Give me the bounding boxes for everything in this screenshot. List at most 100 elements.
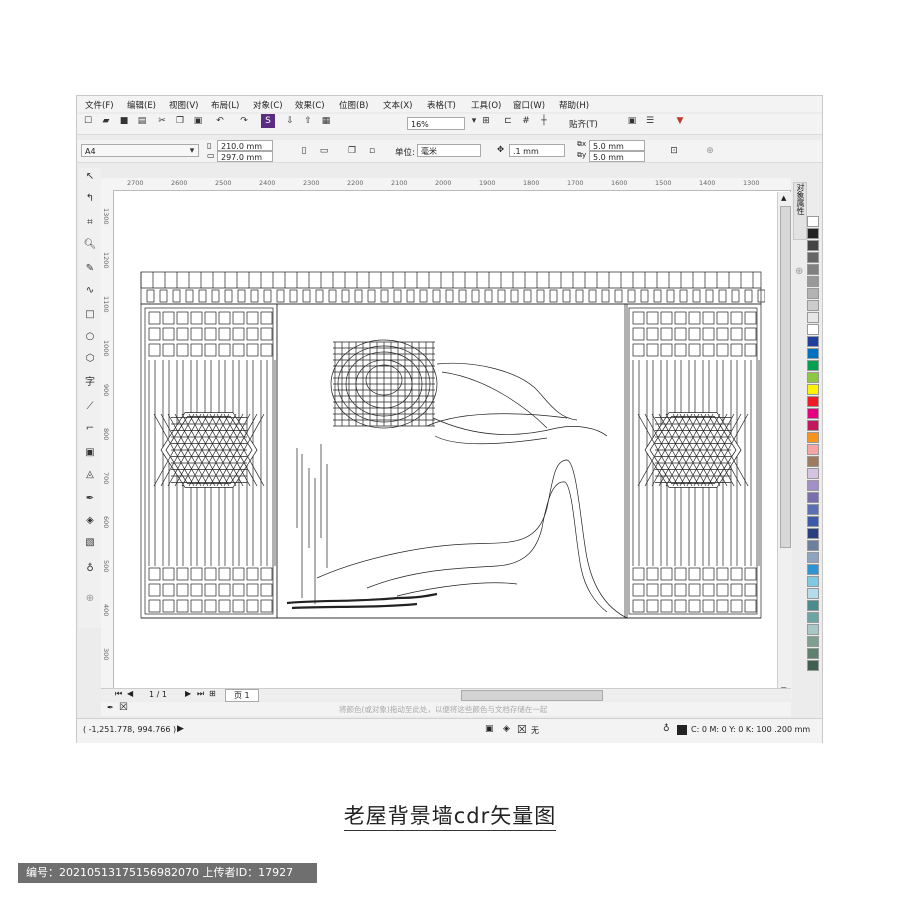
color-swatch[interactable] — [807, 444, 819, 455]
drop-shadow-tool-icon[interactable]: ▣ — [83, 446, 97, 460]
color-swatch[interactable] — [807, 300, 819, 311]
previous-page-icon[interactable]: ◀ — [127, 689, 133, 698]
page-size-select[interactable]: A4 — [81, 144, 199, 157]
color-swatch[interactable] — [807, 648, 819, 659]
menu-item[interactable]: 编辑(E) — [127, 99, 156, 111]
color-swatch[interactable] — [807, 540, 819, 551]
no-color-swatch-icon[interactable]: ☒ — [119, 702, 128, 713]
copy-icon[interactable]: ❐ — [173, 114, 187, 128]
color-swatch[interactable] — [807, 480, 819, 491]
transparency-tool-icon[interactable]: ◬ — [83, 468, 97, 482]
scroll-up-icon[interactable]: ▲ — [781, 194, 786, 202]
outline-pen-icon[interactable]: ♁ — [83, 562, 97, 576]
vertical-scroll-thumb[interactable] — [780, 206, 791, 548]
snap-to-menu[interactable]: 贴齐(T) — [569, 118, 598, 130]
paste-icon[interactable]: ▣ — [191, 114, 205, 128]
ellipse-tool-icon[interactable]: ○ — [83, 330, 97, 344]
vertical-ruler[interactable]: 1300 1200 1100 1000 900 800 700 600 500 400 300 — [101, 190, 114, 700]
color-swatch[interactable] — [807, 312, 819, 323]
color-swatch[interactable] — [807, 336, 819, 347]
add-tool-icon[interactable]: ⊕ — [83, 592, 97, 606]
color-swatch[interactable] — [807, 264, 819, 275]
color-swatch[interactable] — [807, 396, 819, 407]
current-page-icon[interactable]: ▫ — [365, 144, 379, 158]
add-docker-icon[interactable]: ⊕ — [795, 266, 803, 277]
document-palette-bar[interactable]: ✒ ☒ 将颜色(或对象)拖动至此处，以便将这些颜色与文档存储在一起 — [101, 702, 791, 716]
eyedropper-icon[interactable]: ✒ — [107, 703, 114, 712]
show-grid-icon[interactable]: # — [519, 114, 533, 128]
units-select[interactable]: 毫米 — [417, 144, 481, 157]
landscape-icon[interactable]: ▭ — [317, 144, 331, 158]
color-swatch[interactable] — [807, 432, 819, 443]
color-swatch[interactable] — [807, 408, 819, 419]
print-icon[interactable]: ▤ — [135, 114, 149, 128]
eyedropper-tool-icon[interactable]: ✒ — [83, 492, 97, 506]
page-height-field[interactable]: 297.0 mm — [217, 151, 273, 162]
full-screen-preview-icon[interactable]: ⊞ — [479, 114, 493, 128]
color-swatch[interactable] — [807, 384, 819, 395]
vertical-scrollbar[interactable]: ▲ ▼ — [777, 192, 792, 700]
color-swatch[interactable] — [807, 660, 819, 671]
menu-item[interactable]: 工具(O) — [471, 99, 501, 111]
object-properties-docker-tab[interactable]: 对象属性 — [793, 182, 807, 240]
connector-tool-icon[interactable]: ⌐ — [83, 422, 97, 436]
background-wall-drawing[interactable] — [137, 268, 765, 620]
show-rulers-icon[interactable]: ⊏ — [501, 114, 515, 128]
color-swatch[interactable] — [807, 468, 819, 479]
import-icon[interactable]: ⇩ — [283, 114, 297, 128]
add-page-icon[interactable]: ⊞ — [209, 689, 216, 698]
publish-pdf-icon[interactable]: ▦ — [319, 114, 333, 128]
all-pages-icon[interactable]: ❐ — [345, 144, 359, 158]
duplicate-distance-y-field[interactable]: 5.0 mm — [589, 151, 645, 162]
text-tool-icon[interactable]: 字 — [83, 376, 97, 390]
welcome-screen-icon[interactable]: ▼ — [673, 114, 687, 128]
color-swatch[interactable] — [807, 216, 819, 227]
color-swatch[interactable] — [807, 624, 819, 635]
first-page-icon[interactable]: ⏮ — [115, 689, 122, 699]
color-swatch[interactable] — [807, 636, 819, 647]
menu-item[interactable]: 文本(X) — [383, 99, 412, 111]
color-swatch[interactable] — [807, 612, 819, 623]
artistic-media-icon[interactable]: ∿ — [83, 284, 97, 298]
add-icon[interactable]: ⊕ — [703, 144, 717, 158]
portrait-icon[interactable]: ▯ — [297, 144, 311, 158]
color-swatch[interactable] — [807, 288, 819, 299]
zoom-tool-icon[interactable]: 🔍︎ — [83, 238, 97, 252]
interactive-fill-icon[interactable]: ◈ — [83, 514, 97, 528]
color-swatch[interactable] — [807, 588, 819, 599]
smart-fill-icon[interactable]: ▧ — [83, 536, 97, 550]
status-expand-icon[interactable]: ▶ — [177, 724, 184, 734]
freehand-tool-icon[interactable]: ✎ — [83, 262, 97, 276]
undo-icon[interactable]: ↶ — [213, 114, 227, 128]
horizontal-ruler[interactable]: 2700 2600 2500 2400 2300 2200 2100 2000 1900 1800… — [101, 178, 791, 191]
open-folder-icon[interactable]: ▰ — [99, 114, 113, 128]
last-page-icon[interactable]: ⏭ — [197, 689, 204, 699]
menu-item[interactable]: 文件(F) — [85, 99, 114, 111]
color-swatch[interactable] — [807, 420, 819, 431]
color-swatch[interactable] — [807, 276, 819, 287]
export-icon[interactable]: ⇧ — [301, 114, 315, 128]
color-swatch[interactable] — [807, 228, 819, 239]
outline-color-swatch[interactable] — [677, 725, 687, 735]
next-page-icon[interactable]: ▶ — [185, 689, 191, 698]
application-launcher-icon[interactable]: ☰ — [643, 114, 657, 128]
color-swatch[interactable] — [807, 504, 819, 515]
horizontal-scroll-thumb[interactable] — [461, 690, 603, 701]
duplicate-distance-x-field[interactable]: 5.0 mm — [589, 140, 645, 151]
color-swatch[interactable] — [807, 252, 819, 263]
search-content-icon[interactable]: S — [261, 114, 275, 128]
color-swatch[interactable] — [807, 528, 819, 539]
rectangle-tool-icon[interactable]: □ — [83, 308, 97, 322]
page-width-field[interactable]: 210.0 mm — [217, 140, 273, 151]
cut-icon[interactable]: ✂ — [155, 114, 169, 128]
nudge-distance-field[interactable]: .1 mm — [509, 144, 565, 157]
color-swatch[interactable] — [807, 516, 819, 527]
parallel-dimension-icon[interactable]: ⟋ — [83, 400, 97, 414]
menu-item[interactable]: 位图(B) — [339, 99, 368, 111]
new-document-icon[interactable]: ☐ — [81, 114, 95, 128]
shape-tool-icon[interactable]: ↰ — [83, 192, 97, 206]
menu-item[interactable]: 视图(V) — [169, 99, 198, 111]
menu-item[interactable]: 效果(C) — [295, 99, 325, 111]
color-swatch[interactable] — [807, 576, 819, 587]
color-swatch[interactable] — [807, 492, 819, 503]
